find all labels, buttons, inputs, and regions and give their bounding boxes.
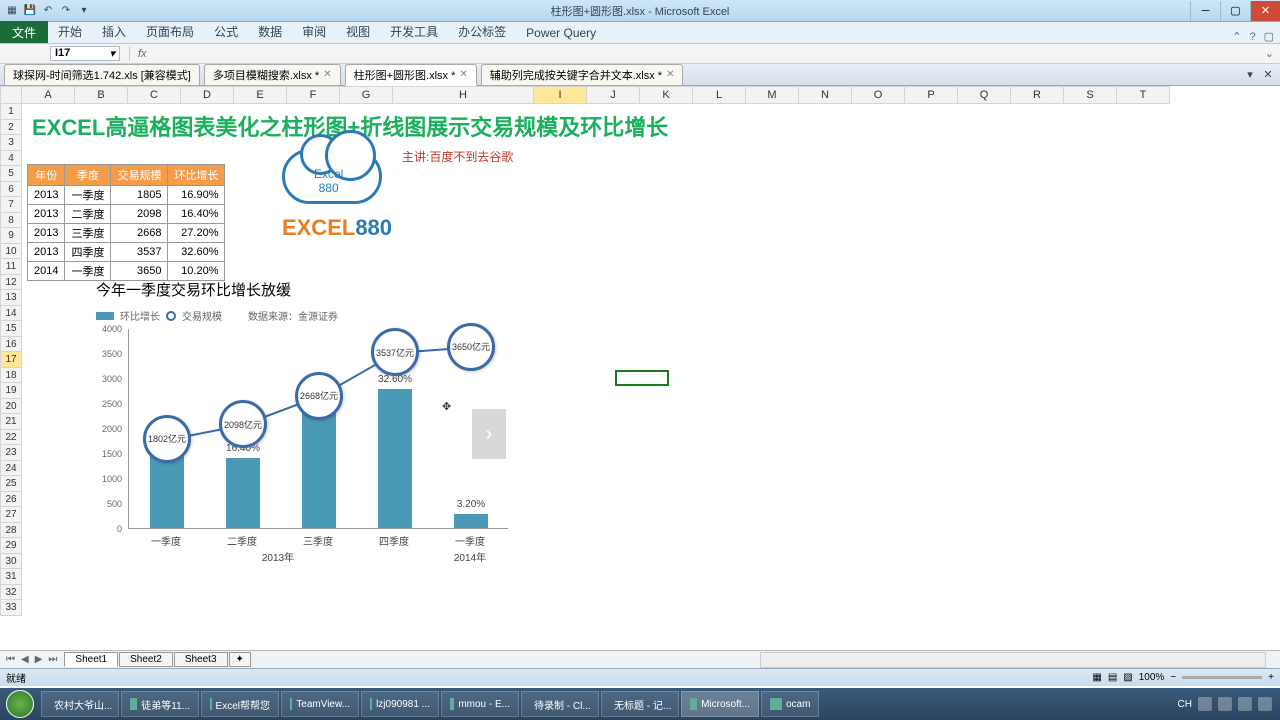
next-slide-button[interactable]: › — [472, 409, 506, 459]
tabs-close-icon[interactable]: ✕ — [1260, 68, 1276, 81]
workbook-tabs: 球探网-时间筛选1.742.xls [兼容模式] 多项目模糊搜索.xlsx *✕… — [0, 64, 1280, 86]
workbook-tab[interactable]: 辅助列完成按关键字合并文本.xlsx *✕ — [481, 64, 684, 86]
taskbar-item[interactable]: 徒弟等11... — [121, 691, 199, 717]
chart-title: 今年一季度交易环比增长放缓 — [96, 279, 522, 300]
taskbar-item[interactable]: lzj090981 ... — [361, 691, 439, 717]
tab-powerquery[interactable]: Power Query — [516, 23, 606, 43]
taskbar-item[interactable]: ocam — [761, 691, 819, 717]
tab-view[interactable]: 视图 — [336, 20, 380, 43]
tray-icon[interactable] — [1238, 697, 1252, 711]
taskbar-item[interactable]: 待录制 - Cl... — [521, 691, 599, 717]
file-tab[interactable]: 文件 — [0, 21, 48, 43]
row-headers[interactable]: 1234567891011121314151617181920212223242… — [0, 104, 22, 616]
view-normal-icon[interactable]: ▦ — [1092, 672, 1101, 683]
save-icon[interactable]: 💾 — [22, 3, 38, 19]
cloud-text: Excel880 — [314, 167, 343, 195]
zoom-slider[interactable] — [1182, 676, 1262, 679]
sheet-nav[interactable]: ⏮◀▶⏭ — [0, 654, 63, 665]
view-break-icon[interactable]: ▨ — [1123, 672, 1132, 683]
sheet-tab[interactable]: Sheet3 — [174, 652, 228, 667]
tab-office[interactable]: 办公标签 — [448, 20, 516, 43]
tray-icon[interactable] — [1198, 697, 1212, 711]
new-sheet-icon[interactable]: ✦ — [229, 652, 251, 667]
taskbar-item[interactable]: mmou - E... — [441, 691, 519, 717]
minimize-ribbon-icon[interactable]: ⌃ — [1232, 30, 1241, 43]
y-axis: 05001000150020002500300035004000 — [96, 329, 126, 529]
column-headers[interactable]: ABCDEFGHIJKLMNOPQRST — [22, 86, 1170, 104]
formula-bar: I17▾ fx ⌄ — [0, 44, 1280, 64]
zoom-in-icon[interactable]: + — [1268, 672, 1274, 683]
status-ready: 就绪 — [6, 670, 26, 685]
zoom-out-icon[interactable]: − — [1170, 672, 1176, 683]
legend-circle-icon — [166, 311, 176, 321]
window-restore-icon[interactable]: ▢ — [1264, 30, 1274, 43]
close-icon[interactable]: ✕ — [666, 69, 674, 80]
status-bar: 就绪 ▦ ▤ ▨ 100% − + — [0, 668, 1280, 686]
tab-review[interactable]: 审阅 — [292, 20, 336, 43]
undo-icon[interactable]: ↶ — [40, 3, 56, 19]
expand-formula-icon[interactable]: ⌄ — [1259, 47, 1280, 60]
tab-home[interactable]: 开始 — [48, 20, 92, 43]
tab-insert[interactable]: 插入 — [92, 20, 136, 43]
ime-icon[interactable]: CH — [1178, 699, 1192, 710]
workbook-tab-active[interactable]: 柱形图+圆形图.xlsx *✕ — [345, 64, 477, 86]
chart[interactable]: 今年一季度交易环比增长放缓 环比增长 交易规模 数据来源：金源证券 050010… — [82, 279, 522, 579]
close-button[interactable]: ✕ — [1250, 1, 1280, 21]
chart-source: 数据来源：金源证券 — [248, 308, 338, 323]
select-all-corner[interactable] — [0, 86, 22, 104]
system-tray[interactable]: CH — [1178, 697, 1280, 711]
sheet-tab[interactable]: Sheet2 — [119, 652, 173, 667]
windows-taskbar[interactable]: 农村大爷山...徒弟等11...Excel帮帮您TeamView...lzj09… — [0, 688, 1280, 720]
start-button[interactable] — [0, 688, 40, 720]
maximize-button[interactable]: ▢ — [1220, 1, 1250, 21]
tab-layout[interactable]: 页面布局 — [136, 20, 204, 43]
close-icon[interactable]: ✕ — [323, 69, 331, 80]
excel-icon: ▦ — [4, 3, 20, 19]
tray-icon[interactable] — [1218, 697, 1232, 711]
quick-access-toolbar: ▦ 💾 ↶ ↷ ▾ — [0, 3, 92, 19]
minimize-button[interactable]: ─ — [1190, 1, 1220, 21]
fx-icon[interactable]: fx — [130, 48, 155, 60]
plot-area: 16.90%16.40%27.20%32.60%3.20%1802亿元2098亿… — [128, 329, 508, 529]
legend-bar-icon — [96, 312, 114, 320]
taskbar-item[interactable]: Excel帮帮您 — [201, 691, 279, 717]
taskbar-item[interactable]: 无标题 - 记... — [601, 691, 679, 717]
selected-cell[interactable] — [615, 370, 669, 386]
close-icon[interactable]: ✕ — [459, 69, 467, 80]
lecturer-text: 主讲:百度不到去谷歌 — [402, 148, 513, 165]
help-icon[interactable]: ? — [1249, 31, 1255, 43]
zoom-level[interactable]: 100% — [1139, 672, 1165, 683]
sheet-tab[interactable]: Sheet1 — [64, 652, 118, 667]
tab-formula[interactable]: 公式 — [204, 20, 248, 43]
taskbar-item[interactable]: 农村大爷山... — [41, 691, 119, 717]
taskbar-item[interactable]: Microsoft... — [681, 691, 759, 717]
workbook-tab[interactable]: 多项目模糊搜索.xlsx *✕ — [204, 64, 341, 86]
ribbon: 文件 开始 插入 页面布局 公式 数据 审阅 视图 开发工具 办公标签 Powe… — [0, 22, 1280, 44]
worksheet-grid[interactable]: ABCDEFGHIJKLMNOPQRST 1234567891011121314… — [0, 86, 1280, 668]
sheet-tab-bar: ⏮◀▶⏭ Sheet1 Sheet2 Sheet3 ✦ — [0, 650, 1280, 668]
window-title: 柱形图+圆形图.xlsx - Microsoft Excel — [551, 3, 730, 19]
title-bar: ▦ 💾 ↶ ↷ ▾ 柱形图+圆形图.xlsx - Microsoft Excel… — [0, 0, 1280, 22]
name-box[interactable]: I17▾ — [0, 46, 130, 61]
taskbar-item[interactable]: TeamView... — [281, 691, 359, 717]
data-table: 年份季度交易规模环比增长 2013一季度180516.90%2013二季度209… — [27, 164, 225, 281]
logo: Excel880 EXCEL880 — [257, 139, 417, 241]
chart-legend: 环比增长 交易规模 数据来源：金源证券 — [96, 308, 522, 323]
horizontal-scrollbar[interactable] — [760, 652, 1266, 668]
tabs-dropdown-icon[interactable]: ▾ — [1242, 68, 1258, 81]
tab-data[interactable]: 数据 — [248, 20, 292, 43]
tab-developer[interactable]: 开发工具 — [380, 20, 448, 43]
volume-icon[interactable] — [1258, 697, 1272, 711]
workbook-tab[interactable]: 球探网-时间筛选1.742.xls [兼容模式] — [4, 64, 200, 86]
move-cursor-icon: ✥ — [442, 400, 451, 413]
view-layout-icon[interactable]: ▤ — [1108, 672, 1117, 683]
redo-icon[interactable]: ↷ — [58, 3, 74, 19]
qat-more-icon[interactable]: ▾ — [76, 3, 92, 19]
